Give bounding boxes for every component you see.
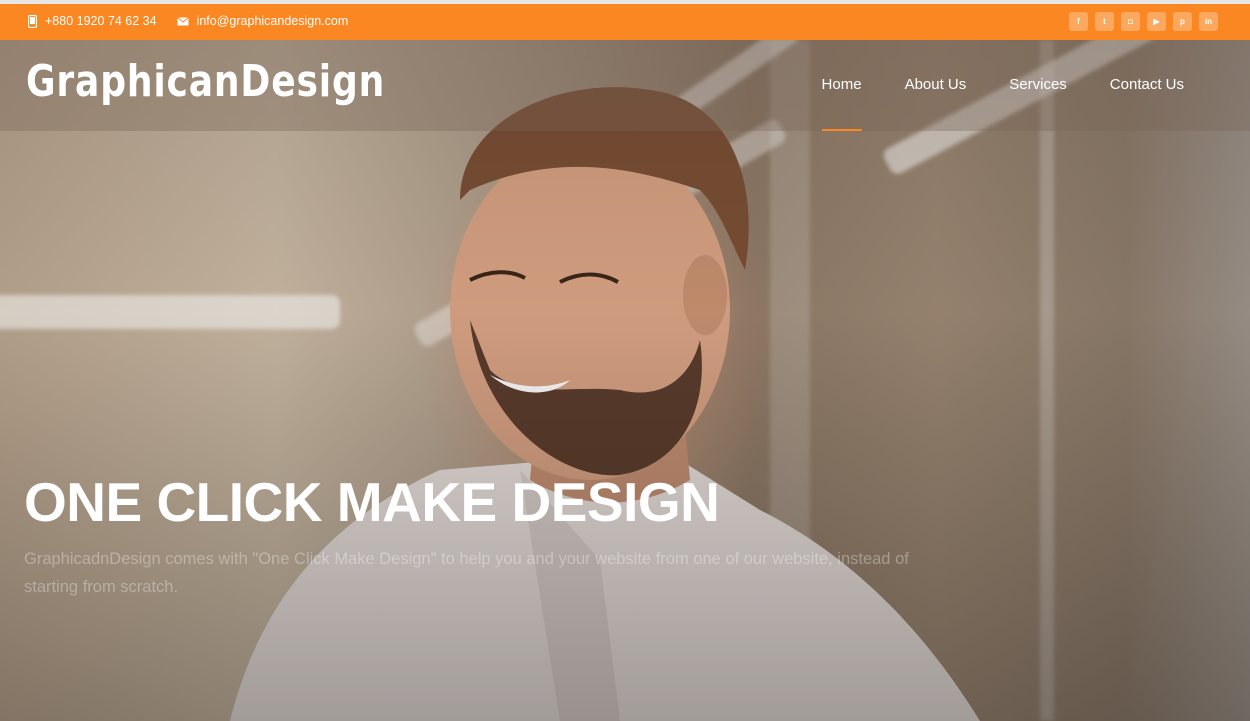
- nav-about-us[interactable]: About Us: [905, 76, 967, 93]
- nav-contact-us[interactable]: Contact Us: [1110, 76, 1184, 93]
- phone-contact[interactable]: +880 1920 74 62 34: [28, 14, 157, 28]
- hero-banner: GraphicanDesign Home About Us Services C…: [0, 40, 1250, 721]
- mobile-phone-icon: [28, 14, 37, 28]
- main-menu: Home About Us Services Contact Us: [779, 76, 1184, 131]
- main-navbar: GraphicanDesign Home About Us Services C…: [0, 40, 1250, 131]
- youtube-icon[interactable]: ▶: [1147, 12, 1166, 31]
- top-bar: +880 1920 74 62 34 info@graphicandesign.…: [0, 0, 1250, 40]
- phone-number: +880 1920 74 62 34: [45, 14, 157, 28]
- contact-info: +880 1920 74 62 34 info@graphicandesign.…: [28, 14, 368, 28]
- pinterest-icon[interactable]: p: [1173, 12, 1192, 31]
- hero-description: GraphicadnDesign comes with "One Click M…: [24, 550, 909, 596]
- instagram-icon[interactable]: ◘: [1121, 12, 1140, 31]
- facebook-icon[interactable]: f: [1069, 12, 1088, 31]
- linkedin-icon[interactable]: in: [1199, 12, 1218, 31]
- nav-services[interactable]: Services: [1009, 76, 1067, 93]
- twitter-icon[interactable]: t: [1095, 12, 1114, 31]
- nav-home[interactable]: Home: [821, 76, 862, 131]
- hero-title: ONE CLICK MAKE DESIGN: [24, 471, 720, 533]
- envelope-icon: [176, 16, 189, 25]
- social-links: f t ◘ ▶ p in: [1062, 12, 1218, 31]
- site-logo[interactable]: GraphicanDesign: [26, 56, 385, 107]
- email-contact[interactable]: info@graphicandesign.com: [176, 14, 349, 28]
- hero-overlay: [0, 40, 1250, 721]
- email-address: info@graphicandesign.com: [196, 14, 349, 28]
